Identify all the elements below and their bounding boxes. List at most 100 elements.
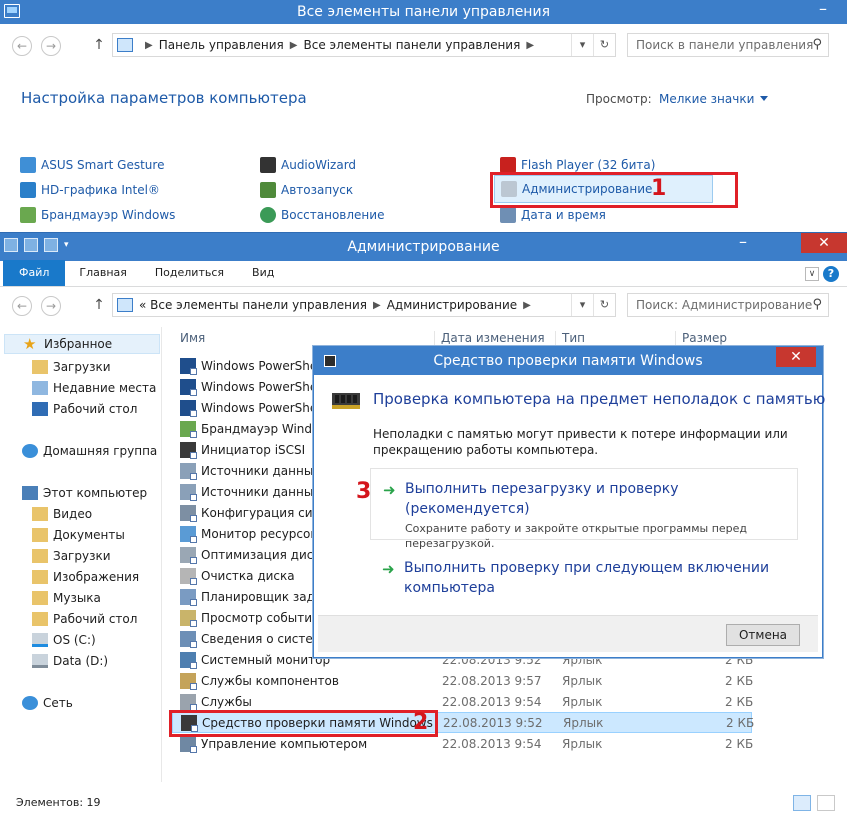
close-button[interactable]: ✕ [801, 233, 847, 253]
recent-places-icon [32, 381, 48, 395]
administration-navbar: ← → ↑ « Все элементы панели управления ▶… [0, 288, 847, 324]
folder-icon[interactable] [4, 238, 18, 252]
nav-label: Видео [53, 507, 93, 521]
minimize-button[interactable]: – [813, 1, 833, 20]
nav-homegroup[interactable]: Домашняя группа [22, 441, 157, 461]
cp-item-autoplay[interactable]: Автозапуск [260, 181, 353, 199]
dropdown-arrow-icon[interactable]: ▾ [571, 294, 593, 316]
odbc-icon [180, 462, 197, 480]
forward-button[interactable]: → [41, 296, 61, 316]
file-row[interactable]: Службы компонентов 22.08.2013 9:57 Ярлык 2 … [172, 670, 754, 691]
file-name: Управление компьютером [201, 736, 368, 751]
desktop-folder-icon [32, 612, 48, 626]
properties-icon[interactable] [24, 238, 38, 252]
file-type: Ярлык [563, 715, 604, 730]
refresh-icon[interactable]: ↻ [593, 294, 615, 316]
nav-music[interactable]: Музыка [32, 588, 101, 608]
nav-favorites[interactable]: ★ Избранное [4, 334, 160, 354]
cp-item-recovery[interactable]: Восстановление [260, 206, 384, 224]
control-panel-window: Все элементы панели управления – ← → ↑ ▶… [0, 0, 847, 232]
tab-file[interactable]: Файл [3, 260, 66, 286]
minimize-button[interactable]: – [739, 234, 747, 250]
item-count: Элементов: 19 [16, 796, 101, 809]
close-button[interactable]: ✕ [776, 347, 816, 367]
nav-label: Избранное [44, 337, 113, 351]
address-bar[interactable]: « Все элементы панели управления ▶ Админ… [112, 293, 616, 317]
tab-view[interactable]: Вид [238, 260, 288, 286]
column-name[interactable]: Имя [180, 331, 205, 349]
search-icon[interactable]: ⚲ [812, 34, 822, 56]
file-type: Ярлык [562, 673, 603, 688]
step-marker-3: 3 [356, 479, 372, 504]
nav-downloads[interactable]: Загрузки [32, 357, 111, 377]
recovery-icon [260, 207, 276, 223]
check-next-startup-option[interactable]: ➜ Выполнить проверку при следующем включ… [370, 548, 798, 600]
drive-icon [32, 654, 48, 668]
forward-button[interactable]: → [41, 36, 61, 56]
tab-share[interactable]: Поделиться [141, 260, 238, 286]
chevron-down-icon[interactable]: ▾ [64, 238, 72, 252]
view-by-dropdown[interactable]: Мелкие значки [659, 92, 769, 106]
file-row[interactable]: Службы 22.08.2013 9:54 Ярлык 2 КБ [172, 691, 753, 712]
cp-item-windows-firewall[interactable]: Брандмауэр Windows [20, 206, 175, 224]
nav-desktop[interactable]: Рабочий стол [32, 399, 137, 419]
nav-downloads-pc[interactable]: Загрузки [32, 546, 111, 566]
restart-and-check-option[interactable]: ➜ Выполнить перезагрузку и проверку (рек… [370, 468, 798, 550]
cp-item-asus-smart-gesture[interactable]: ASUS Smart Gesture [20, 156, 164, 174]
chevron-right-icon: ▶ [523, 299, 531, 311]
back-button[interactable]: ← [12, 36, 32, 56]
help-icon[interactable]: ? [823, 266, 839, 282]
file-size: 2 КБ [725, 673, 754, 688]
chevron-right-icon: ▶ [289, 39, 298, 51]
search-icon[interactable]: ⚲ [812, 294, 822, 316]
nav-network[interactable]: Сеть [22, 693, 73, 713]
component-services-icon [180, 672, 197, 690]
system-config-icon [180, 504, 197, 522]
cp-item-audiowizard[interactable]: AudioWizard [260, 156, 356, 174]
details-view-icon[interactable] [793, 795, 811, 811]
windows-drive-icon [32, 633, 48, 647]
nav-videos[interactable]: Видео [32, 504, 92, 524]
dialog-heading: Проверка компьютера на предмет неполадок… [373, 390, 826, 408]
nav-recent-places[interactable]: Недавние места [32, 378, 156, 398]
green-arrow-icon: ➜ [383, 481, 396, 499]
nav-drive-c[interactable]: OS (C:) [32, 630, 96, 650]
control-panel-icon [117, 38, 133, 52]
ribbon-expand-icon[interactable]: ∨ [805, 267, 819, 281]
nav-pictures[interactable]: Изображения [32, 567, 139, 587]
up-button[interactable]: ↑ [92, 35, 106, 55]
step-marker-2: 2 [413, 710, 429, 735]
large-icons-view-icon[interactable] [817, 795, 835, 811]
back-button[interactable]: ← [12, 296, 32, 316]
nav-label: Изображения [53, 570, 140, 584]
performance-monitor-icon [180, 651, 197, 669]
memory-diagnostic-dialog: Средство проверки памяти Windows ✕ Прове… [313, 346, 826, 658]
breadcrumb-all-items[interactable]: Все элементы панели управления [303, 38, 520, 52]
nav-desktop-pc[interactable]: Рабочий стол [32, 609, 137, 629]
breadcrumb-control-panel[interactable]: Панель управления [159, 38, 284, 52]
search-input[interactable]: Поиск в панели управления ⚲ [627, 33, 829, 57]
breadcrumb-administration[interactable]: Администрирование [387, 298, 517, 312]
nav-this-pc[interactable]: Этот компьютер [22, 483, 147, 503]
nav-documents[interactable]: Документы [32, 525, 125, 545]
up-button[interactable]: ↑ [92, 295, 106, 315]
dropdown-arrow-icon[interactable]: ▾ [571, 34, 593, 56]
tab-home[interactable]: Главная [65, 260, 141, 286]
search-input[interactable]: Поиск: Администрирование ⚲ [627, 293, 829, 317]
search-placeholder: Поиск в панели управления [636, 38, 814, 52]
nav-label: Сеть [43, 696, 73, 710]
refresh-icon[interactable]: ↻ [593, 34, 615, 56]
highlight-box-step-2 [169, 710, 438, 737]
address-bar[interactable]: ▶ Панель управления ▶ Все элементы панел… [112, 33, 616, 57]
nav-drive-d[interactable]: Data (D:) [32, 651, 108, 671]
cp-item-intel-graphics[interactable]: HD-графика Intel® [20, 181, 160, 199]
dialog-titlebar: Средство проверки памяти Windows ✕ [314, 347, 822, 375]
cancel-button[interactable]: Отмена [726, 624, 800, 646]
memory-chip-icon [324, 355, 336, 367]
breadcrumb-all-items[interactable]: « Все элементы панели управления [139, 298, 367, 312]
pictures-folder-icon [32, 570, 48, 584]
control-panel-titlebar: Все элементы панели управления – [0, 0, 847, 24]
control-panel-app-icon[interactable] [4, 4, 20, 18]
cp-item-date-time[interactable]: Дата и время [500, 206, 606, 224]
new-folder-icon[interactable] [44, 238, 58, 252]
